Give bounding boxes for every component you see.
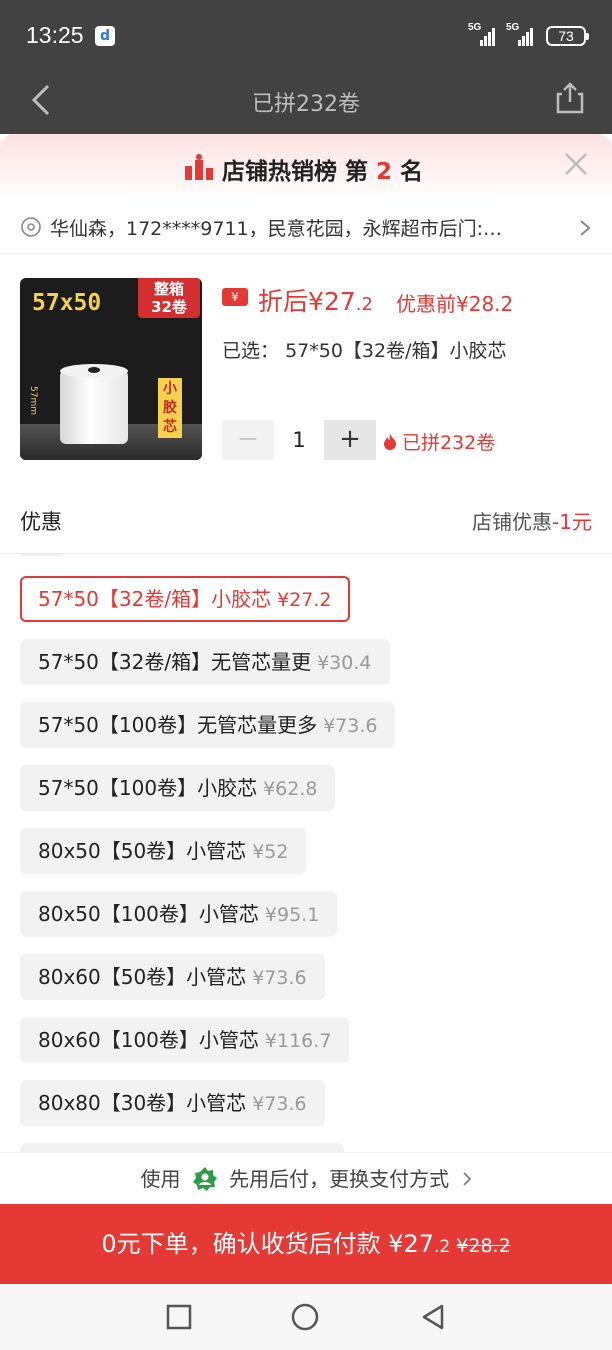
sku-sheet: 店铺热销榜 第 2 名 华仙森，172****9711，民意花园，永辉超市后门:… xyxy=(0,134,612,1350)
recent-apps-icon[interactable] xyxy=(164,1302,194,1332)
signal-5g-icon-2: 5G xyxy=(506,22,540,46)
app-notification-icon: d xyxy=(95,26,115,46)
spec-option[interactable]: 57*50【100卷】无管芯量更多 ¥73.6 xyxy=(20,702,396,748)
increase-button[interactable]: + xyxy=(324,420,376,460)
spec-option[interactable]: 57*50【100卷】小胶芯 ¥62.8 xyxy=(20,765,336,811)
spec-option-price: ¥73.6 xyxy=(252,967,307,989)
decrease-button[interactable]: − xyxy=(222,420,274,460)
status-time: 13:25 xyxy=(26,22,84,48)
rank-text: 店铺热销榜 第 2 名 xyxy=(222,152,423,186)
payment-method-row[interactable]: 使用 先用后付，更换支付方式 xyxy=(0,1152,612,1204)
coupon-icon: ¥ xyxy=(222,288,248,306)
page-title: 已拼232卷 xyxy=(252,92,360,117)
chevron-right-icon xyxy=(580,220,591,236)
image-size-label: 57x50 xyxy=(32,290,102,316)
spec-option[interactable]: 80x50【100卷】小管芯 ¥95.1 xyxy=(20,891,338,937)
image-core-badge: 小胶芯 xyxy=(158,378,182,438)
spec-option-price: ¥52 xyxy=(252,841,289,863)
ranking-bars-icon xyxy=(185,154,213,180)
nav-bar: 已拼232卷 xyxy=(0,66,612,134)
fire-icon xyxy=(384,434,396,450)
submit-decimal: .2 xyxy=(434,1237,451,1257)
spec-option-label: 80x50【100卷】小管芯 xyxy=(38,902,259,926)
home-icon[interactable] xyxy=(290,1302,320,1332)
status-bar: 13:25 d 5G 5G 73 xyxy=(0,0,612,66)
spec-option-label: 80x60【100卷】小管芯 xyxy=(38,1028,259,1052)
rank-number: 2 xyxy=(376,159,393,185)
product-image[interactable]: 57x50 整箱 32卷 57mm 小胶芯 xyxy=(20,278,202,460)
signal-5g-icon: 5G xyxy=(468,22,502,46)
spec-option-label: 57*50【32卷/箱】小胶芯 xyxy=(38,587,272,611)
payment-text: 先用后付，更换支付方式 xyxy=(229,1167,450,1191)
rank-suffix: 名 xyxy=(392,159,424,185)
battery-icon: 73 xyxy=(546,26,589,46)
spec-option-price: ¥95.1 xyxy=(264,904,320,926)
system-nav-bar xyxy=(0,1284,612,1350)
spec-option-label: 80x80【30卷】小管芯 xyxy=(38,1091,247,1115)
discount-value: 店铺优惠-1元 xyxy=(472,510,592,534)
paper-roll-icon xyxy=(60,370,128,444)
address-row[interactable]: 华仙森，172****9711，民意花园，永辉超市后门:… xyxy=(0,200,612,254)
submit-original-price: ¥28.2 xyxy=(456,1235,511,1257)
submit-order-button[interactable]: 0元下单，确认收货后付款 ¥27.2 ¥28.2 xyxy=(0,1204,612,1284)
spec-option[interactable]: 80x80【30卷】小管芯 ¥73.6 xyxy=(20,1080,325,1126)
spec-option-label: 57*50【100卷】小胶芯 xyxy=(38,776,258,800)
share-icon[interactable] xyxy=(552,80,588,116)
submit-label: 0元下单，确认收货后付款 ¥27 xyxy=(101,1230,435,1258)
payment-prefix: 使用 xyxy=(140,1167,181,1191)
spec-option[interactable]: 57*50【32卷/箱】无管芯量更 ¥30.4 xyxy=(20,639,390,685)
spec-option-price: ¥62.8 xyxy=(263,778,318,800)
spec-option-label: 57*50【32卷/箱】无管芯量更 xyxy=(38,650,312,674)
close-icon[interactable] xyxy=(562,150,590,178)
quantity-stepper: − 1 + xyxy=(222,420,378,460)
spec-option-label: 80x50【50卷】小管芯 xyxy=(38,839,247,863)
quantity-value[interactable]: 1 xyxy=(274,420,324,460)
price-after-discount: 折后¥27.2 xyxy=(258,287,373,316)
spec-option-price: ¥73.6 xyxy=(252,1093,307,1115)
spec-option-label: 80x60【50卷】小管芯 xyxy=(38,965,247,989)
spec-option-partial[interactable] xyxy=(20,1143,344,1152)
image-box-badge: 整箱 32卷 xyxy=(138,278,200,318)
rank-banner: 店铺热销榜 第 2 名 xyxy=(0,134,612,200)
rank-prefix: 店铺热销榜 第 xyxy=(222,159,377,185)
pay-later-icon xyxy=(192,1167,217,1191)
spec-option[interactable]: 80x60【100卷】小管芯 ¥116.7 xyxy=(20,1017,350,1063)
spec-option-price: ¥30.4 xyxy=(317,652,372,674)
spec-option-price: ¥27.2 xyxy=(277,589,332,611)
image-dimension: 57mm xyxy=(28,386,38,415)
spec-option[interactable]: 80x60【50卷】小管芯 ¥73.6 xyxy=(20,954,325,1000)
joined-count: 已拼232卷 xyxy=(382,428,495,455)
spec-option[interactable]: 57*50【32卷/箱】小胶芯 ¥27.2 xyxy=(20,576,350,622)
chevron-right-icon xyxy=(462,1172,471,1186)
address-text: 华仙森，172****9711，民意花园，永辉超市后门:… xyxy=(50,218,503,240)
spec-option-price: ¥116.7 xyxy=(264,1030,332,1052)
product-summary: 57x50 整箱 32卷 57mm 小胶芯 ¥ 折后¥27.2 优惠前¥28.2 … xyxy=(0,254,612,486)
price-before-discount: 优惠前¥28.2 xyxy=(396,292,514,316)
spec-option-label: 57*50【100卷】无管芯量更多 xyxy=(38,713,318,737)
discount-row[interactable]: 优惠 店铺优惠-1元 xyxy=(0,486,612,554)
selected-spec: 已选： 57*50【32卷/箱】小胶芯 xyxy=(222,340,507,362)
spec-option[interactable]: 80x50【50卷】小管芯 ¥52 xyxy=(20,828,307,874)
location-pin-icon xyxy=(21,217,41,237)
spec-option-price: ¥73.6 xyxy=(323,715,378,737)
back-triangle-icon[interactable] xyxy=(418,1302,448,1332)
discount-label: 优惠 xyxy=(20,510,62,534)
spec-options: 57*50【32卷/箱】小胶芯 ¥27.2 57*50【32卷/箱】无管芯量更 ¥30… xyxy=(0,554,612,1152)
